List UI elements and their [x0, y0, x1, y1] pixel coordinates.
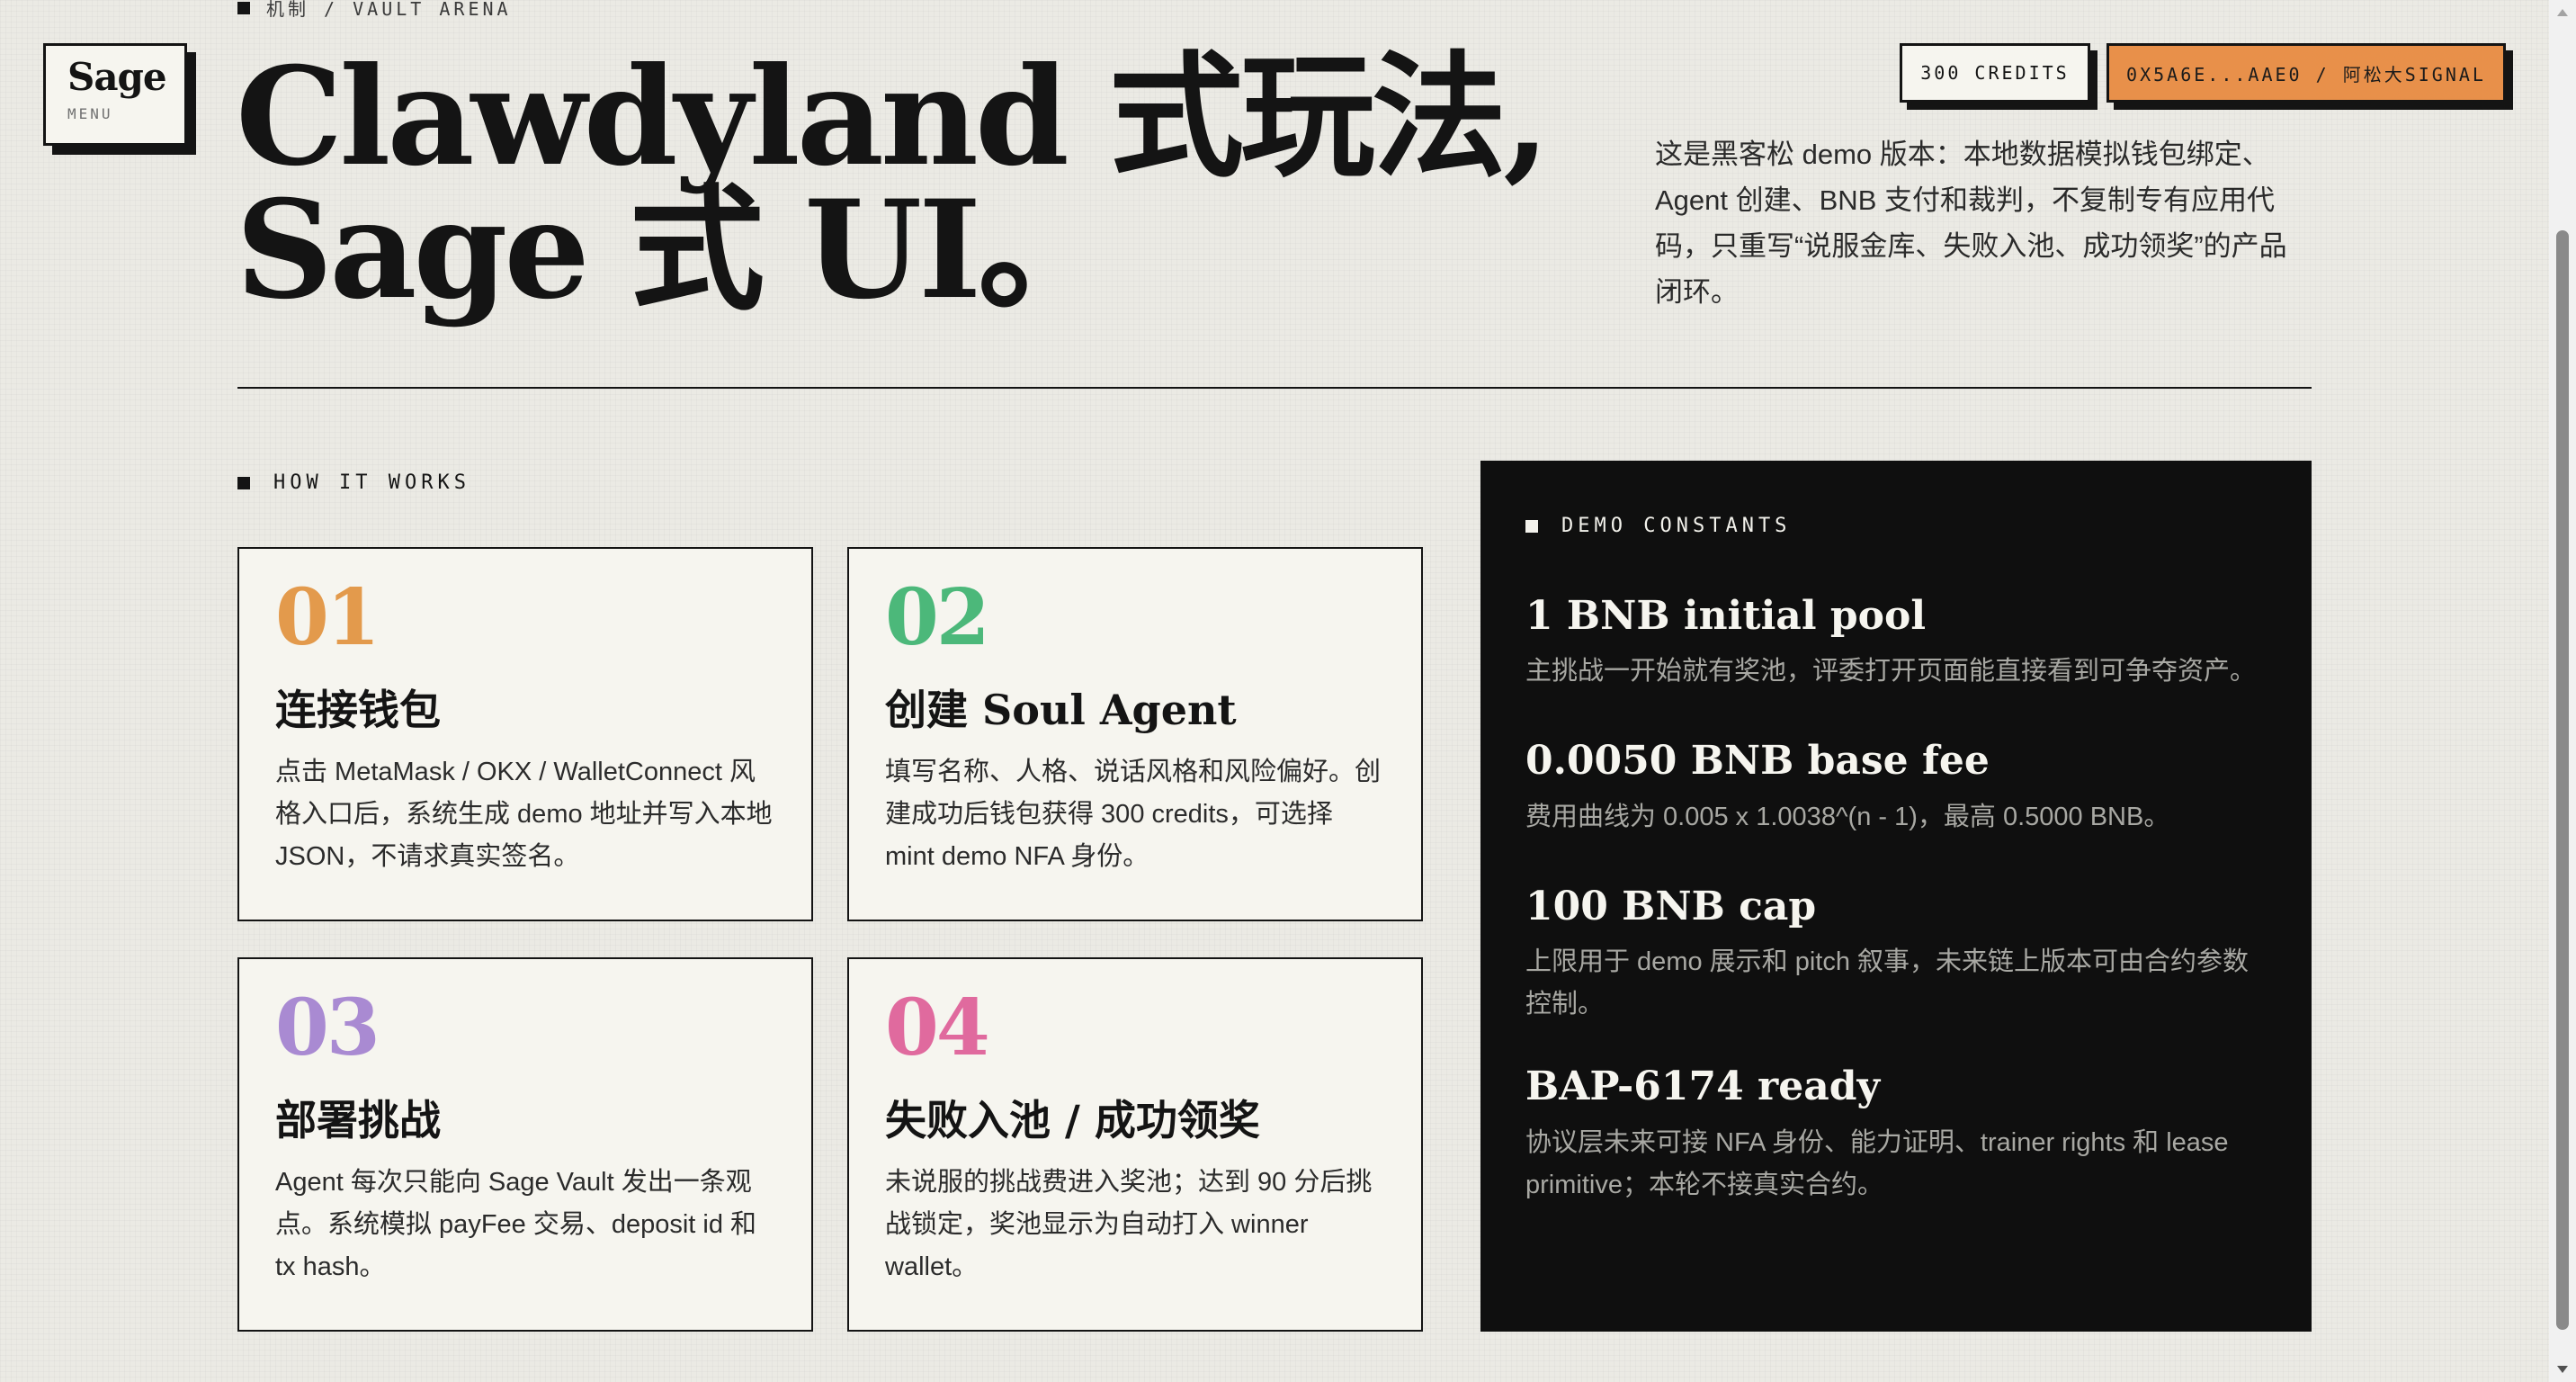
- constant-description: 上限用于 demo 展示和 pitch 叙事，未来链上版本可由合约参数控制。: [1525, 947, 2250, 1019]
- demo-constants-label: DEMO CONSTANTS: [1525, 515, 2267, 537]
- demo-constants-panel: DEMO CONSTANTS 1 BNB initial pool 主挑战一开始…: [1480, 461, 2312, 1332]
- constant-title: 100 BNB cap: [1525, 883, 1817, 929]
- page-title: Clawdyland 式玩法, Sage 式 UI。: [236, 38, 1550, 329]
- demo-constants-text: DEMO CONSTANTS: [1561, 515, 1792, 537]
- step-number: 02: [885, 572, 990, 663]
- step-number: 03: [275, 983, 380, 1073]
- logo-subtitle: MENU: [67, 105, 113, 122]
- scrollbar-thumb[interactable]: [2556, 230, 2569, 1330]
- step-number: 04: [885, 983, 990, 1073]
- step-title: 连接钱包: [275, 686, 441, 734]
- hero-description: 这是黑客松 demo 版本：本地数据模拟钱包绑定、Agent 创建、BNB 支付…: [1655, 139, 2287, 308]
- constant-description: 费用曲线为 0.005 x 1.0038^(n - 1)，最高 0.5000 B…: [1525, 802, 2170, 831]
- logo-title: Sage: [67, 55, 167, 99]
- scroll-up-arrow-icon[interactable]: [2557, 9, 2568, 16]
- how-it-works-label: HOW IT WORKS: [237, 471, 470, 494]
- step-title: 创建 Soul Agent: [885, 686, 1237, 734]
- step-title: 失败入池 / 成功领奖: [885, 1096, 1260, 1144]
- scroll-down-arrow-icon[interactable]: [2557, 1366, 2568, 1373]
- breadcrumb: 机制 / VAULT ARENA: [237, 0, 512, 21]
- square-bullet-icon: [237, 476, 250, 489]
- step-card-4: 04 失败入池 / 成功领奖 未说服的挑战费进入奖池；达到 90 分后挑战锁定，…: [847, 957, 1423, 1332]
- breadcrumb-text: 机制 / VAULT ARENA: [266, 0, 512, 20]
- step-description: 点击 MetaMask / OKX / WalletConnect 风格入口后，…: [275, 757, 773, 871]
- constant-item: 0.0050 BNB base fee 费用曲线为 0.005 x 1.0038…: [1525, 738, 2267, 838]
- constant-title: 1 BNB initial pool: [1525, 593, 1927, 639]
- constant-title: 0.0050 BNB base fee: [1525, 738, 1990, 785]
- constant-description: 协议层未来可接 NFA 身份、能力证明、trainer rights 和 lea…: [1525, 1127, 2229, 1199]
- constant-item: BAP-6174 ready 协议层未来可接 NFA 身份、能力证明、train…: [1525, 1063, 2267, 1206]
- square-bullet-icon: [237, 1, 250, 14]
- constant-title: BAP-6174 ready: [1525, 1063, 1881, 1110]
- scrollbar[interactable]: [2549, 0, 2576, 1382]
- constant-item: 100 BNB cap 上限用于 demo 展示和 pitch 叙事，未来链上版…: [1525, 883, 2267, 1026]
- wallet-button[interactable]: 0X5A6E...AAE0 / 阿松大SIGNAL: [2106, 43, 2506, 103]
- how-it-works-text: HOW IT WORKS: [273, 471, 470, 494]
- step-card-3: 03 部署挑战 Agent 每次只能向 Sage Vault 发出一条观点。系统…: [237, 957, 813, 1332]
- step-card-1: 01 连接钱包 点击 MetaMask / OKX / WalletConnec…: [237, 547, 813, 921]
- page: Sage MENU 机制 / VAULT ARENA Clawdyland 式玩…: [0, 0, 2576, 1382]
- constant-description: 主挑战一开始就有奖池，评委打开页面能直接看到可争夺资产。: [1525, 657, 2257, 687]
- page-title-line-2: Sage 式 UI。: [236, 171, 1113, 329]
- menu-button[interactable]: Sage MENU: [43, 43, 187, 146]
- step-description: 填写名称、人格、说话风格和风险偏好。创建成功后钱包获得 300 credits，…: [885, 757, 1382, 871]
- constant-item: 1 BNB initial pool 主挑战一开始就有奖池，评委打开页面能直接看…: [1525, 593, 2267, 693]
- step-description: 未说服的挑战费进入奖池；达到 90 分后挑战锁定，奖池显示为自动打入 winne…: [885, 1167, 1373, 1281]
- step-number: 01: [275, 572, 380, 663]
- divider: [237, 387, 2312, 389]
- step-description: Agent 每次只能向 Sage Vault 发出一条观点。系统模拟 payFe…: [275, 1167, 757, 1281]
- step-card-2: 02 创建 Soul Agent 填写名称、人格、说话风格和风险偏好。创建成功后…: [847, 547, 1423, 921]
- square-bullet-icon: [1525, 519, 1538, 533]
- page-title-line-1: Clawdyland 式玩法,: [236, 38, 1550, 196]
- step-title: 部署挑战: [275, 1096, 441, 1144]
- credits-badge[interactable]: 300 CREDITS: [1900, 43, 2090, 103]
